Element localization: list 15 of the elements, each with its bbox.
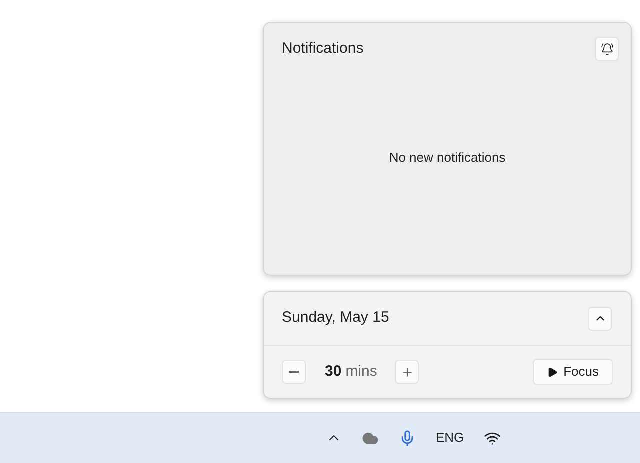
microphone-icon[interactable] [399, 430, 416, 446]
play-icon [546, 366, 558, 378]
empty-message: No new notifications [389, 149, 506, 168]
duration-value: 30 [325, 362, 342, 382]
minus-icon [289, 371, 299, 373]
bell-icon [600, 42, 614, 56]
decrease-button[interactable] [282, 360, 306, 384]
increase-button[interactable] [395, 360, 420, 384]
panel-title: Notifications [282, 38, 364, 59]
language-indicator[interactable]: ENG [436, 428, 464, 448]
duration-unit: mins [346, 362, 378, 382]
focus-button[interactable]: Focus [532, 359, 613, 385]
plus-icon [400, 366, 414, 378]
do-not-disturb-button[interactable] [595, 37, 619, 61]
date-label: Sunday, May 15 [282, 308, 390, 328]
